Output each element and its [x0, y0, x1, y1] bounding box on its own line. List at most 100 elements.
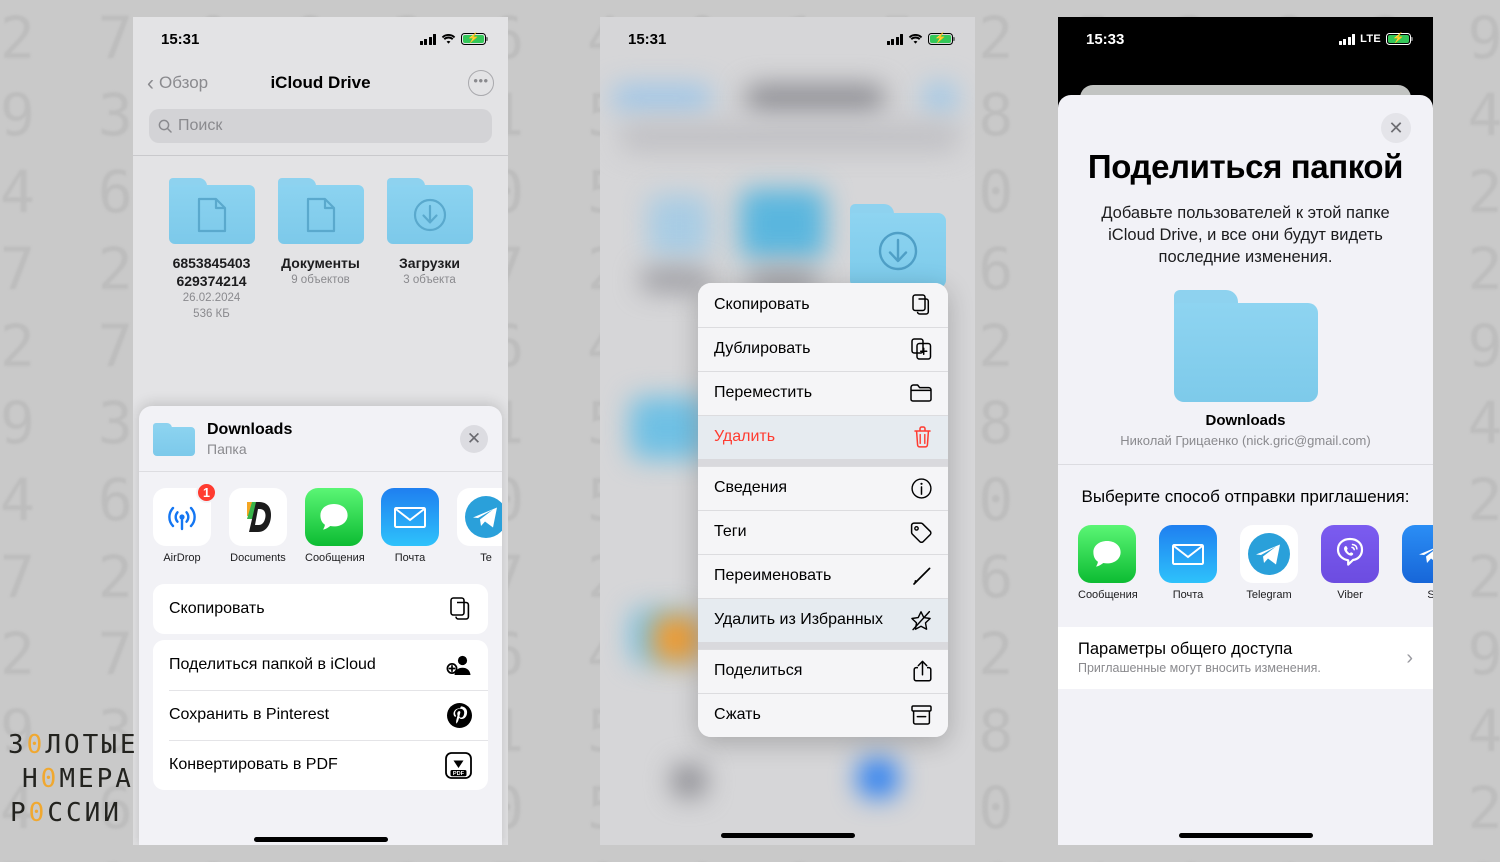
context-menu-item-remove-favorites[interactable]: Удалить из Избранных [698, 598, 948, 642]
invite-apps-row: Сообщения Почта Telegram Viber S [1058, 507, 1433, 601]
cellular-signal-icon [419, 33, 436, 45]
close-icon[interactable]: ✕ [460, 425, 488, 453]
action-save-pinterest[interactable]: Сохранить в Pinterest [153, 690, 488, 740]
share-app-messages[interactable]: Сообщения [305, 488, 365, 564]
wifi-icon [441, 33, 456, 45]
watermark-line-1: З0ЛОТЫЕ [8, 730, 139, 760]
context-menu-item-move[interactable]: Переместить [698, 371, 948, 415]
status-bar: 15:33 LTE ⚡ [1058, 17, 1433, 61]
invite-app-viber[interactable]: Viber [1321, 525, 1379, 601]
star-slash-icon [910, 610, 932, 631]
trash-icon [913, 426, 932, 448]
search-placeholder: Поиск [178, 117, 223, 134]
share-app-airdrop[interactable]: 1 AirDrop [153, 482, 217, 564]
action-convert-pdf[interactable]: Конвертировать в PDF PDF [153, 740, 488, 790]
folder-owner: Николай Грицаенко (nick.gric@gmail.com) [1120, 433, 1371, 448]
mail-icon [1159, 525, 1217, 583]
folder-meta: 536 КБ [193, 308, 230, 320]
home-indicator [253, 837, 388, 842]
tag-icon [910, 521, 932, 543]
status-time: 15:31 [161, 30, 200, 48]
search-input[interactable]: Поиск [149, 109, 492, 143]
invite-app-mail[interactable]: Почта [1159, 525, 1217, 601]
watermark-line-2: Н0МЕРА [22, 764, 134, 794]
menu-item-label: Сжать [714, 706, 761, 723]
share-app-telegram[interactable]: Te [457, 488, 502, 564]
folder-name: 6853845403 629374214 [172, 255, 251, 289]
share-item-subtitle: Папка [207, 441, 247, 457]
phone-screenshot-1: 15:31 ⚡ ‹ Обзор iCloud Drive ••• Поиск 6… [133, 17, 508, 845]
invite-app-extra[interactable]: S [1402, 525, 1433, 601]
watermark-line-3: Р0ССИИ [10, 798, 122, 828]
menu-item-label: Сведения [714, 479, 788, 496]
folder-meta: 9 объектов [291, 274, 350, 286]
wifi-icon [908, 33, 923, 45]
menu-item-label: Скопировать [714, 296, 810, 313]
invite-app-messages[interactable]: Сообщения [1078, 525, 1138, 601]
context-menu-item-tags[interactable]: Теги [698, 510, 948, 554]
watermark: З0ЛОТЫЕ Н0МЕРА Р0ССИИ [8, 728, 139, 830]
battery-icon: ⚡ [928, 33, 956, 45]
document-glyph-icon [169, 185, 255, 244]
folder-icon [168, 178, 255, 244]
share-sheet-header: Downloads Папка ✕ [139, 406, 502, 471]
share-app-label: Почта [394, 552, 426, 564]
folder-icon [1173, 290, 1318, 402]
folder-name: Документы [281, 255, 360, 271]
messages-icon [1078, 525, 1136, 583]
folder-item[interactable]: 6853845403 629374214 26.02.2024 536 КБ [157, 178, 266, 322]
folder-name: Downloads [1205, 412, 1286, 429]
viber-icon [1321, 525, 1379, 583]
action-label: Конвертировать в PDF [169, 756, 338, 773]
folder-icon [910, 384, 932, 402]
action-copy[interactable]: Скопировать [153, 584, 488, 634]
folder-item[interactable]: Загрузки 3 объекта [375, 178, 484, 322]
context-menu-item-rename[interactable]: Переименовать [698, 554, 948, 598]
invite-app-label: Viber [1337, 589, 1363, 601]
document-glyph-icon [278, 185, 364, 244]
share-app-label: Documents [230, 552, 286, 564]
invite-app-label: S [1427, 589, 1433, 601]
invite-app-telegram[interactable]: Telegram [1240, 525, 1298, 601]
folder-grid: 6853845403 629374214 26.02.2024 536 КБ Д… [133, 156, 508, 322]
more-options-button[interactable]: ••• [468, 70, 494, 96]
context-menu-item-compress[interactable]: Сжать [698, 693, 948, 737]
close-icon[interactable]: ✕ [1381, 113, 1411, 143]
menu-item-label: Переименовать [714, 567, 832, 584]
mail-icon [381, 488, 439, 546]
menu-item-label: Удалить [714, 428, 776, 445]
sharing-options-row[interactable]: Параметры общего доступа Приглашенные мо… [1058, 627, 1433, 689]
share-sheet: Downloads Папка ✕ 1 AirDrop Documents Со… [139, 406, 502, 845]
context-menu-item-share[interactable]: Поделиться [698, 649, 948, 693]
context-menu-item-duplicate[interactable]: Дублировать [698, 327, 948, 371]
status-bar: 15:31 ⚡ [600, 17, 975, 61]
action-label: Скопировать [169, 600, 265, 617]
svg-text:PDF: PDF [453, 770, 465, 776]
pinterest-icon [447, 702, 472, 728]
phone-screenshot-3: 15:33 LTE ⚡ ✕ Поделиться папкой Добавьте… [1058, 17, 1433, 845]
sharing-options-title: Параметры общего доступа [1078, 640, 1293, 658]
context-menu-item-delete[interactable]: Удалить [698, 415, 948, 459]
highlighted-folder-icon[interactable] [850, 204, 946, 288]
context-menu-item-info[interactable]: Сведения [698, 466, 948, 510]
carrier-label: LTE [1360, 33, 1381, 45]
chevron-right-icon: › [1406, 646, 1413, 669]
folder-meta: 3 объекта [403, 274, 456, 286]
action-share-folder-icloud[interactable]: Поделиться папкой в iCloud [153, 640, 488, 690]
invite-app-label: Сообщения [1078, 589, 1138, 601]
share-app-documents[interactable]: Documents [229, 488, 287, 564]
status-time: 15:31 [628, 30, 667, 48]
context-menu-item-copy[interactable]: Скопировать [698, 283, 948, 327]
share-app-mail[interactable]: Почта [381, 488, 439, 564]
folder-item[interactable]: Документы 9 объектов [266, 178, 375, 322]
menu-separator [698, 642, 948, 649]
add-person-icon [446, 654, 472, 676]
messages-icon [305, 488, 363, 546]
copy-icon [450, 597, 472, 621]
invite-method-prompt: Выберите способ отправки приглашения: [1081, 487, 1410, 506]
airdrop-icon: 1 [153, 482, 217, 546]
context-menu: Скопировать Дублировать Переместить Удал… [698, 283, 948, 737]
menu-separator [698, 459, 948, 466]
back-button[interactable]: ‹ Обзор [147, 73, 208, 94]
status-time: 15:33 [1086, 30, 1125, 48]
